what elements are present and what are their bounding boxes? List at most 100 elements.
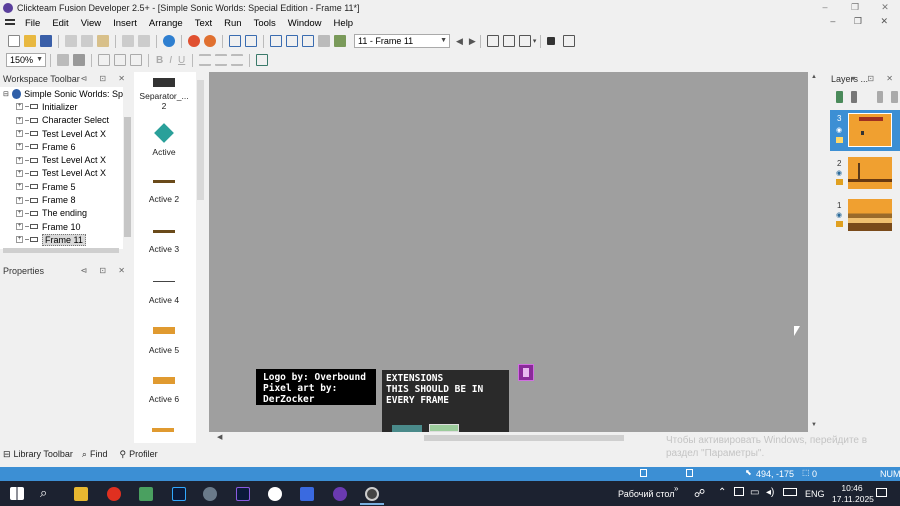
menu-edit[interactable]: Edit — [46, 18, 74, 29]
menu-help[interactable]: Help — [328, 18, 360, 29]
workspace-scrollbar[interactable] — [123, 87, 133, 249]
display-icon[interactable]: ▭ — [750, 487, 759, 498]
tree-item-frame[interactable]: + Frame 8 — [0, 193, 123, 206]
object-active-6[interactable]: Active 6 — [138, 377, 190, 404]
script-icon[interactable] — [334, 35, 346, 47]
event-editor-icon[interactable] — [270, 35, 282, 47]
tree-item-frame[interactable]: + Test Level Act X — [0, 153, 123, 166]
hand-tool-icon[interactable] — [57, 54, 69, 66]
run-frame-icon[interactable] — [204, 35, 216, 47]
italic-icon[interactable]: I — [169, 55, 172, 66]
layer-row-2[interactable]: 2 ◉ — [830, 157, 900, 195]
mdi-controls[interactable]: – ❐ ✕ — [830, 16, 896, 27]
menu-text[interactable]: Text — [189, 18, 218, 29]
frame-selector[interactable]: 11 - Frame 11 ▼ — [354, 34, 450, 48]
notifications-icon[interactable] — [876, 488, 887, 497]
expand-icon[interactable]: + — [16, 143, 23, 151]
object-active-3[interactable]: Active 3 — [138, 230, 190, 254]
menu-view[interactable]: View — [75, 18, 107, 29]
lock-icon[interactable] — [836, 137, 843, 143]
add-layer-icon[interactable] — [836, 91, 843, 103]
yandex-browser-icon[interactable] — [268, 487, 282, 501]
tab-library-toolbar[interactable]: Library Toolbar — [14, 449, 73, 459]
close-button[interactable]: ✕ — [870, 0, 900, 16]
expand-icon[interactable]: + — [16, 130, 23, 138]
partial-object-icon[interactable] — [152, 428, 174, 432]
next-frame-icon[interactable]: ▶ — [469, 36, 476, 47]
grid-settings-icon[interactable] — [114, 54, 126, 66]
panel-controls[interactable]: ⊲ ⊡ ✕ — [80, 74, 130, 83]
grid-icon[interactable] — [486, 35, 499, 47]
run-application-icon[interactable] — [188, 35, 200, 47]
expand-icon[interactable]: + — [16, 183, 23, 191]
extension-object-icon[interactable] — [518, 364, 534, 381]
tree-item-frame[interactable]: + Frame 6 — [0, 140, 123, 153]
lock-icon[interactable] — [836, 179, 843, 185]
grid-snap-icon[interactable] — [130, 54, 142, 66]
system-menu-icon[interactable] — [5, 19, 15, 28]
people-icon[interactable]: ☍ — [694, 487, 705, 500]
tree-item-frame[interactable]: + Character Select — [0, 114, 123, 127]
expand-icon[interactable]: + — [16, 236, 23, 244]
tree-item-frame[interactable]: + Frame 11 — [0, 233, 123, 246]
transfer-icon[interactable] — [318, 35, 330, 47]
canvas-vscrollbar[interactable]: ▲ ▼ — [808, 72, 820, 432]
windows-start-icon[interactable] — [10, 487, 24, 500]
extension-object-icon[interactable] — [392, 425, 422, 432]
layer-options-icon[interactable] — [891, 91, 898, 103]
help-icon[interactable] — [163, 35, 175, 47]
dropdown-arrow-icon[interactable]: ▾ — [533, 37, 537, 45]
animate-icon[interactable] — [236, 487, 250, 501]
tree-item-frame[interactable]: + Frame 5 — [0, 180, 123, 193]
data-elements-icon[interactable] — [302, 35, 314, 47]
extensions-note-object[interactable]: EXTENSIONS THIS SHOULD BE IN EVERY FRAME — [382, 370, 509, 432]
tab-profiler[interactable]: Profiler — [129, 449, 158, 459]
search-icon[interactable]: ⌕ — [40, 485, 47, 501]
tree-item-frame[interactable]: + Frame 10 — [0, 220, 123, 233]
file-explorer-icon[interactable] — [74, 487, 88, 501]
frame-canvas[interactable]: Logo by: Overbound Pixel art by: DerZock… — [209, 72, 808, 432]
messenger-icon[interactable] — [300, 487, 314, 501]
panel-controls[interactable]: ⊲ ⊡ ✕ — [80, 266, 130, 275]
lock-layer-icon[interactable] — [876, 91, 884, 103]
credits-object[interactable]: Logo by: Overbound Pixel art by: DerZock… — [256, 369, 376, 405]
obs-icon[interactable] — [365, 487, 379, 501]
panel-controls[interactable]: ▾ ⊡ ✕ — [851, 74, 898, 83]
extension-object-icon[interactable] — [429, 424, 459, 432]
layer-view-icon[interactable] — [563, 35, 576, 47]
workspace-hscrollbar[interactable] — [3, 248, 119, 253]
object-active-2[interactable]: Active 2 — [138, 180, 190, 204]
align-left-icon[interactable] — [199, 54, 212, 66]
redo-icon[interactable] — [138, 35, 150, 47]
object-active-4[interactable]: Active 4 — [138, 281, 190, 305]
maximize-button[interactable]: ❐ — [840, 0, 870, 16]
zoom-combo[interactable]: 150% ▼ — [6, 53, 46, 67]
event-list-icon[interactable] — [286, 35, 298, 47]
chevron-right-icon[interactable]: » — [674, 484, 678, 493]
tree-item-frame[interactable]: + Test Level Act X — [0, 127, 123, 140]
tree-item-frame[interactable]: + The ending — [0, 207, 123, 220]
frame-editor-icon[interactable] — [245, 35, 257, 47]
layer-row-1[interactable]: 1 ◉ — [830, 199, 900, 237]
menu-run[interactable]: Run — [218, 18, 247, 29]
paste-icon[interactable] — [97, 35, 109, 47]
menu-insert[interactable]: Insert — [107, 18, 143, 29]
volume-icon[interactable]: ◂) — [766, 487, 774, 498]
yandex-icon[interactable] — [107, 487, 121, 501]
zoom-fit-icon[interactable] — [518, 35, 531, 47]
desktop-toolbar-label[interactable]: Рабочий стол — [618, 489, 675, 499]
layer-row-3[interactable]: 3 ◉ — [830, 110, 900, 151]
undo-icon[interactable] — [122, 35, 134, 47]
object-separator[interactable]: Separator_... 2 — [138, 78, 190, 111]
open-folder-icon[interactable] — [24, 35, 36, 47]
tree-root[interactable]: ⊟ Simple Sonic Worlds: Sp — [0, 87, 123, 100]
snap-icon[interactable] — [502, 35, 515, 47]
app-globe-icon[interactable] — [203, 487, 217, 501]
bold-icon[interactable]: B — [156, 55, 163, 66]
clock[interactable]: 10:46 17.11.2025 — [832, 483, 874, 505]
clickteam-icon[interactable] — [333, 487, 347, 501]
network-icon[interactable] — [734, 487, 744, 496]
storyboard-editor-icon[interactable] — [229, 35, 241, 47]
save-icon[interactable] — [40, 35, 52, 47]
tree-item-frame[interactable]: + Test Level Act X — [0, 167, 123, 180]
